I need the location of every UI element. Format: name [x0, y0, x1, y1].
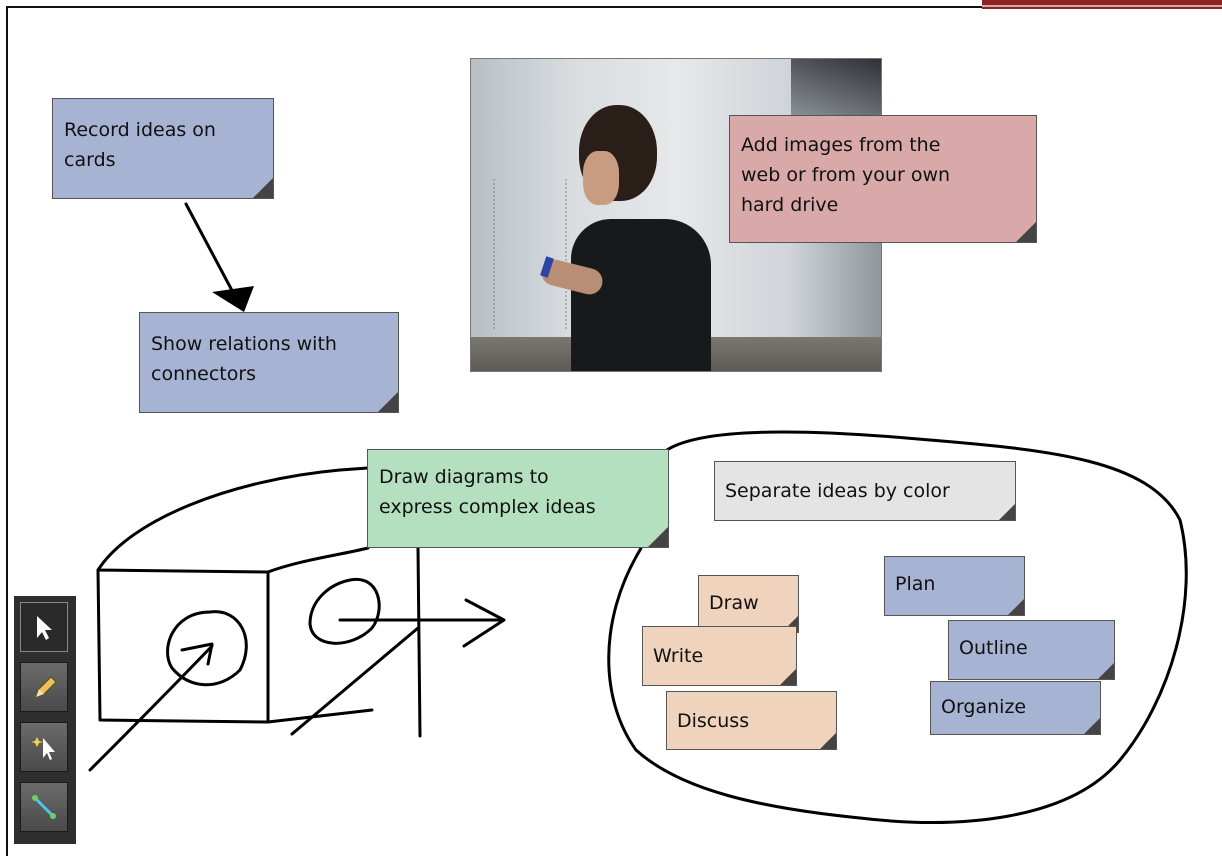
tool-palette — [14, 596, 76, 844]
drawn-oval — [308, 577, 381, 645]
card-organize[interactable]: Organize — [930, 681, 1101, 735]
photo-person-body — [571, 219, 711, 371]
magic-wand-icon — [31, 737, 55, 760]
connector-line — [184, 202, 238, 300]
select-arrow-icon — [37, 616, 52, 640]
card-plan[interactable]: Plan — [884, 556, 1025, 616]
card-draw-diagrams[interactable]: Draw diagrams to express complex ideas — [367, 449, 669, 548]
card-discuss[interactable]: Discuss — [666, 691, 837, 750]
connector-icon — [32, 795, 56, 819]
select-tool-button[interactable] — [20, 602, 68, 652]
card-outline[interactable]: Outline — [948, 620, 1115, 680]
photo-person-face — [583, 151, 619, 205]
pencil-icon — [35, 676, 57, 698]
drawn-swirl — [166, 610, 248, 687]
card-write[interactable]: Write — [642, 626, 797, 686]
photo-scribble — [493, 179, 567, 329]
magic-tool-button[interactable] — [20, 722, 68, 772]
connector-arrowhead — [212, 286, 254, 312]
pencil-tool-button[interactable] — [20, 662, 68, 712]
drawn-arrow-line — [88, 644, 214, 772]
card-record-ideas[interactable]: Record ideas on cards — [52, 98, 274, 199]
card-show-relations[interactable]: Show relations with connectors — [139, 312, 399, 413]
photo-ceiling — [791, 59, 881, 119]
card-separate-color[interactable]: Separate ideas by color — [714, 461, 1016, 521]
drawn-right-arrow — [338, 598, 506, 648]
connector-tool-button[interactable] — [20, 782, 68, 832]
card-add-images[interactable]: Add images from the web or from your own… — [729, 115, 1037, 243]
card-draw[interactable]: Draw — [698, 575, 799, 633]
